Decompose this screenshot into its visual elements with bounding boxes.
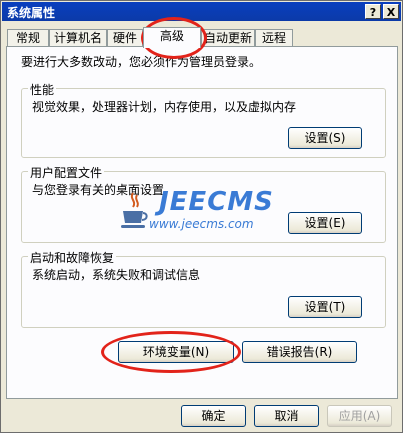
tab-advanced[interactable]: 高级 — [143, 27, 201, 48]
startup-recovery-settings-button[interactable]: 设置(T) — [288, 296, 362, 318]
startup-recovery-group-title: 启动和故障恢复 — [28, 249, 117, 266]
title-bar[interactable]: 系统属性 ? X — [2, 2, 401, 21]
error-reporting-button[interactable]: 错误报告(R) — [242, 341, 357, 363]
tab-remote[interactable]: 远程 — [255, 29, 293, 47]
performance-settings-button[interactable]: 设置(S) — [288, 127, 362, 149]
tab-computer-name[interactable]: 计算机名 — [49, 29, 107, 47]
performance-description: 视觉效果，处理器计划，内存使用，以及虚拟内存 — [32, 100, 297, 114]
startup-recovery-group: 启动和故障恢复 系统启动，系统失败和调试信息 设置(T) — [21, 249, 386, 328]
performance-group-title: 性能 — [28, 81, 57, 98]
user-profiles-group: 用户配置文件 与您登录有关的桌面设置 设置(E) — [21, 164, 386, 243]
admin-notice: 要进行大多数改动，您必须作为管理员登录。 — [21, 55, 262, 69]
tab-automatic-updates[interactable]: 自动更新 — [201, 29, 255, 47]
tab-general[interactable]: 常规 — [7, 29, 49, 47]
close-button[interactable]: X — [383, 4, 399, 19]
window-title: 系统属性 — [7, 6, 56, 20]
user-profiles-settings-button[interactable]: 设置(E) — [288, 212, 362, 234]
apply-button: 应用(A) — [327, 405, 392, 427]
tab-hardware[interactable]: 硬件 — [107, 29, 143, 47]
user-profiles-group-title: 用户配置文件 — [28, 164, 105, 181]
performance-group: 性能 视觉效果，处理器计划，内存使用，以及虚拟内存 设置(S) — [21, 81, 386, 158]
user-profiles-description: 与您登录有关的桌面设置 — [32, 183, 165, 197]
ok-button[interactable]: 确定 — [181, 405, 246, 427]
environment-variables-button[interactable]: 环境变量(N) — [118, 341, 234, 363]
help-button[interactable]: ? — [365, 4, 381, 19]
startup-recovery-description: 系统启动，系统失败和调试信息 — [32, 268, 201, 282]
cancel-button[interactable]: 取消 — [254, 405, 319, 427]
system-properties-window: 系统属性 ? X 常规 计算机名 硬件 高级 自动更新 远程 要进行大多数改动，… — [0, 0, 403, 433]
